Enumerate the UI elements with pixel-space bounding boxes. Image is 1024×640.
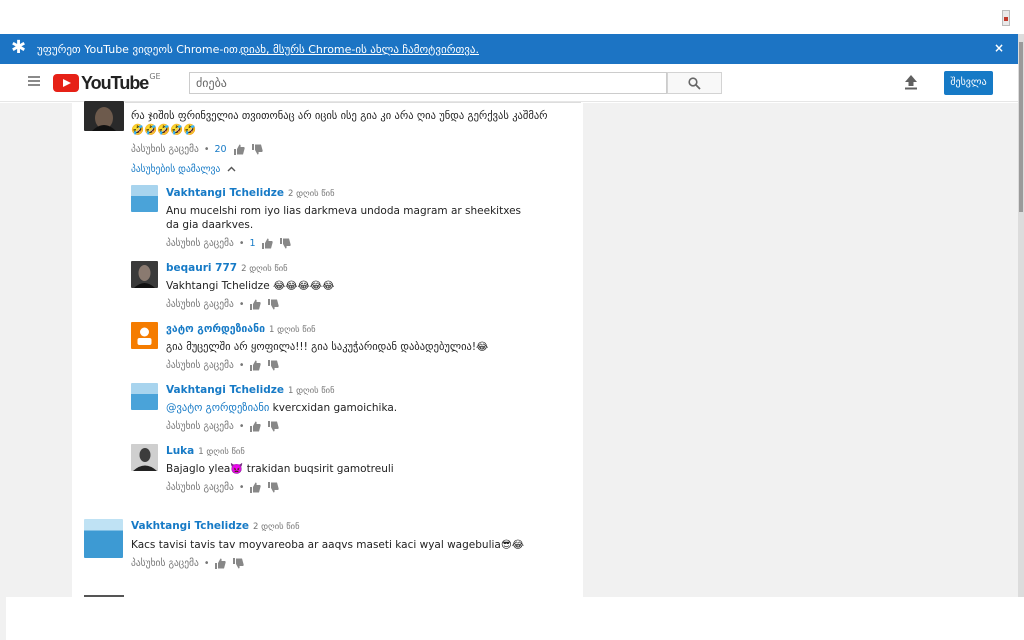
comment-text: რა ჯიშის ფრინველია თვითონაც არ იცის ისე …: [131, 110, 548, 136]
reply-button[interactable]: პასუხის გაცემა: [166, 421, 234, 432]
thumb-down-icon[interactable]: [279, 238, 292, 249]
comment-author[interactable]: beqauri 777 2 დღის წინ: [166, 262, 288, 274]
like-count: 20: [214, 144, 227, 155]
separator: •: [203, 558, 210, 569]
thumb-up-icon[interactable]: [233, 144, 245, 155]
star-icon: ✱: [11, 37, 27, 58]
hide-replies-label: პასუხების დამალვა: [131, 164, 221, 175]
reply-button[interactable]: პასუხის გაცემა: [166, 482, 234, 493]
comment-author[interactable]: ვატო გორდეზიანი 1 დღის წინ: [166, 323, 316, 335]
comment-text: @ვატო გორდეზიანი kvercxidan gamoichika.: [166, 401, 536, 415]
thumb-up-icon[interactable]: [214, 558, 227, 569]
comment-author[interactable]: Luka 1 დღის წინ: [166, 445, 245, 457]
thumb-down-icon[interactable]: [267, 482, 280, 493]
separator: •: [203, 144, 210, 155]
thumb-down-icon[interactable]: [267, 421, 280, 432]
avatar[interactable]: [131, 322, 158, 349]
avatar[interactable]: [131, 261, 158, 288]
scrollbar-thumb[interactable]: [1019, 42, 1023, 212]
thumb-down-icon[interactable]: [251, 144, 263, 155]
separator: •: [238, 238, 245, 249]
left-gutter: [0, 103, 72, 597]
comment-time: 1 დღის წინ: [198, 447, 245, 457]
comment-text: Bajaglo ylea👿 trakidan buqsirit gamotreu…: [166, 463, 394, 475]
avatar[interactable]: [131, 185, 158, 212]
thumb-up-icon[interactable]: [249, 421, 262, 432]
signin-button[interactable]: შესვლა: [944, 71, 993, 95]
search-icon: [688, 77, 701, 90]
comment-actions: პასუხის გაცემა • 20: [131, 144, 269, 155]
comment-time: 1 დღის წინ: [287, 386, 335, 396]
reply-button[interactable]: პასუხის გაცემა: [131, 144, 199, 155]
comment-author[interactable]: Vakhtangi Tchelidze 1 დღის წინ: [166, 384, 335, 396]
separator: •: [238, 360, 245, 371]
next-comment-avatar-edge: [84, 595, 124, 597]
reply-button[interactable]: პასუხის გაცემა: [166, 299, 234, 310]
chevron-up-icon: [227, 166, 236, 172]
comment-text: გია მუცელში არ ყოფილა!!! გია საკუჭარიდან…: [166, 341, 489, 353]
window-top-strip: [0, 0, 1024, 34]
reply-button[interactable]: პასუხის გაცემა: [166, 238, 234, 249]
mention-link[interactable]: @ვატო გორდეზიანი: [166, 402, 269, 414]
thumb-down-icon[interactable]: [267, 360, 280, 371]
menu-icon[interactable]: [28, 76, 40, 86]
play-icon: [53, 74, 79, 92]
comment-time: 2 დღის წინ: [241, 264, 288, 274]
thumb-up-icon[interactable]: [249, 360, 262, 371]
close-icon[interactable]: ×: [994, 41, 1004, 55]
comment-text: Vakhtangi Tchelidze 😂😂😂😂😂: [166, 280, 335, 292]
comment-author[interactable]: Vakhtangi Tchelidze 2 დღის წინ: [166, 187, 335, 199]
reply-button[interactable]: პასუხის გაცემა: [166, 360, 234, 371]
comment-text-body: kvercxidan gamoichika.: [272, 402, 398, 414]
thumb-up-icon[interactable]: [249, 299, 262, 310]
divider: [125, 102, 581, 103]
avatar[interactable]: [131, 444, 158, 471]
right-sidebar-area: [583, 103, 1018, 597]
download-chrome-link[interactable]: დიახ, მსურს Chrome-ის ახლა ჩამოტვირთვა.: [240, 43, 479, 56]
comment-actions: პასუხის გაცემა • 1: [166, 238, 297, 249]
thumb-down-icon[interactable]: [267, 299, 280, 310]
avatar[interactable]: [84, 519, 123, 558]
avatar[interactable]: [131, 383, 158, 410]
hide-replies-link[interactable]: პასუხების დამალვა: [131, 164, 236, 175]
window-edge-icon: [1002, 10, 1010, 26]
bottom-strip: [0, 597, 1024, 640]
youtube-logo[interactable]: YouTube GE: [53, 72, 161, 94]
comment-time: 2 დღის წინ: [287, 189, 335, 199]
comment-time: 2 დღის წინ: [252, 522, 300, 532]
logo-text: YouTube: [81, 72, 149, 93]
chrome-promo-banner: ✱ უფურეთ YouTube ვიდეოს Chrome-ით. დიახ,…: [0, 34, 1018, 64]
thumb-down-icon[interactable]: [232, 558, 245, 569]
banner-message: უფურეთ YouTube ვიდეოს Chrome-ით.: [37, 43, 242, 56]
comment-actions: პასუხის გაცემა •: [131, 558, 250, 569]
comment-text: Anu mucelshi rom iyo lias darkmeva undod…: [166, 205, 522, 231]
comment-actions: პასუხის გაცემა •: [166, 299, 285, 310]
separator: •: [238, 299, 245, 310]
upload-icon[interactable]: [904, 74, 918, 90]
bottom-left-edge: [0, 597, 6, 640]
avatar[interactable]: [84, 101, 124, 131]
search-input[interactable]: ძიება: [189, 72, 667, 94]
logo-country-code: GE: [149, 72, 161, 81]
separator: •: [238, 421, 245, 432]
comment-text: Kacs tavisi tavis tav moyvareoba ar aaqv…: [131, 539, 525, 551]
comment-actions: პასუხის გაცემა •: [166, 360, 285, 371]
thumb-up-icon[interactable]: [261, 238, 274, 249]
comment-actions: პასუხის გაცემა •: [166, 421, 285, 432]
search-button[interactable]: [667, 72, 722, 94]
comment-author[interactable]: Vakhtangi Tchelidze 2 დღის წინ: [131, 520, 300, 532]
reply-button[interactable]: პასუხის გაცემა: [131, 558, 199, 569]
masthead: YouTube GE ძიება შესვლა: [0, 64, 1018, 102]
like-count: 1: [249, 238, 256, 249]
comment-actions: პასუხის გაცემა •: [166, 482, 285, 493]
thumb-up-icon[interactable]: [249, 482, 262, 493]
comment-time: 1 დღის წინ: [269, 325, 316, 335]
separator: •: [238, 482, 245, 493]
